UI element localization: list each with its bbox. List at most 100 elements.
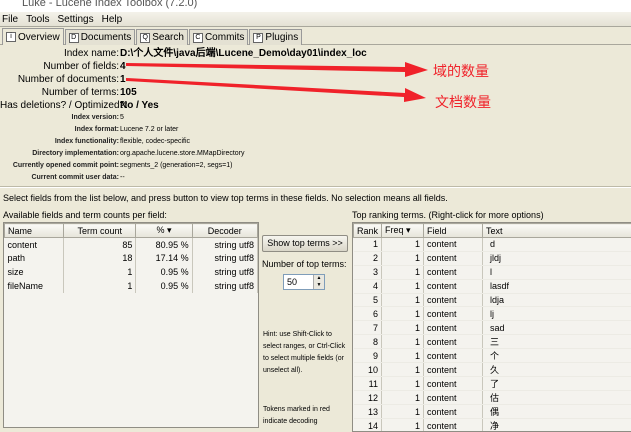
annotation-fields: 域的数量 [433,63,489,79]
table-cell: 4 [353,279,383,294]
table-cell: 0.95 % [135,279,193,294]
table-cell: 1 [381,306,425,322]
num-top-terms-value[interactable]: 50 [287,277,297,287]
table-cell: string utf8 [192,237,258,252]
table-cell: 1 [381,418,425,431]
table-cell: content [423,404,484,420]
table-cell: l [482,265,631,280]
table-cell: content [423,418,484,431]
table-cell: 了 [482,376,631,392]
table-cell: content [423,237,484,252]
table-cell: 14 [353,418,383,431]
table-cell: string utf8 [192,279,258,294]
table-row[interactable]: 6 1 content lj [353,306,631,322]
table-row[interactable]: 2 1 content jldj [353,251,631,266]
table-cell: lj [482,306,631,322]
column-header[interactable]: % ▾ [135,223,193,238]
spinner-arrows-icon[interactable]: ▲ ▼ [313,275,324,289]
table-cell: 17.14 % [135,251,193,266]
table-cell: content [423,306,484,322]
table-cell: jldj [482,251,631,266]
table-row[interactable]: 9 1 content 个 [353,348,631,364]
table-cell: content [423,348,484,364]
table-cell: 1 [381,390,425,406]
table-cell: 净 [482,418,631,431]
table-cell: 85 [63,237,137,252]
table-cell: 偶 [482,404,631,420]
table-row[interactable]: 5 1 content ldja [353,293,631,308]
table-cell: content [423,376,484,392]
table-cell: content [423,320,484,336]
table-cell: 0.95 % [135,265,193,280]
column-header[interactable]: Text [482,223,631,238]
table-cell: 1 [381,251,425,266]
table-cell: content [423,362,484,378]
table-cell: 2 [353,251,383,266]
num-top-terms-label: Number of top terms: [262,259,347,269]
table-cell: 1 [381,334,425,350]
table-cell: 80.95 % [135,237,193,252]
table-cell: size [4,265,65,280]
fields-caption: Available fields and term counts per fie… [3,210,167,220]
table-cell: 7 [353,320,383,336]
table-cell: 个 [482,348,631,364]
table-row[interactable]: 10 1 content 久 [353,362,631,378]
column-header[interactable]: Rank [353,223,383,238]
column-header[interactable]: Field [423,223,484,238]
table-row[interactable]: 11 1 content 了 [353,376,631,392]
table-cell: 12 [353,390,383,406]
table-cell: string utf8 [192,265,258,280]
table-cell: content [423,293,484,308]
table-cell: content [423,265,484,280]
annotation-documents: 文档数量 [435,94,491,110]
column-header[interactable]: Name [4,223,65,238]
column-header[interactable]: Freq ▾ [381,223,425,238]
table-cell: 18 [63,251,137,266]
table-cell: content [423,390,484,406]
tokens-note: Tokens marked in red indicate decoding [263,406,330,425]
instructions-text: Select fields from the list below, and p… [3,193,448,203]
table-cell: d [482,237,631,252]
table-cell: 1 [353,237,383,252]
table-cell: 三 [482,334,631,350]
table-row[interactable]: 12 1 content 估 [353,390,631,406]
table-cell: 6 [353,306,383,322]
show-top-terms-button[interactable]: Show top terms >> [262,235,348,252]
table-row[interactable]: 14 1 content 净 [353,418,631,431]
table-row[interactable]: 7 1 content sad [353,320,631,336]
table-cell: 1 [63,279,137,294]
table-row[interactable]: content 85 80.95 % string utf8 [4,237,258,252]
table-cell: 1 [381,404,425,420]
column-header[interactable]: Decoder [191,223,258,238]
top-terms-table[interactable]: Rank Freq ▾ Field Text 1 1 content d 2 1 content jl… [352,222,631,432]
table-cell: 1 [381,376,425,392]
table-row[interactable]: path 18 17.14 % string utf8 [4,251,258,266]
fields-table[interactable]: Name Term count% ▾ Decoder content 85 80.95 %… [3,222,259,428]
column-header[interactable]: Term count [63,223,137,238]
arrow-documents [126,78,426,102]
table-row[interactable]: fileName 1 0.95 % string utf8 [4,279,258,294]
table-cell: 1 [381,362,425,378]
table-cell: content [4,237,65,252]
table-cell: sad [482,320,631,336]
table-row[interactable]: 3 1 content l [353,265,631,280]
divider [0,186,631,188]
table-cell: 1 [381,279,425,294]
table-cell: 10 [353,362,383,378]
table-row[interactable]: 13 1 content 偶 [353,404,631,420]
num-top-terms-spinner[interactable]: 50 ▲ ▼ [283,274,325,290]
table-cell: 11 [353,376,383,392]
top-terms-caption: Top ranking terms. (Right-click for more… [352,210,544,220]
table-cell: fileName [4,279,65,294]
table-cell: 久 [482,362,631,378]
table-row[interactable]: 4 1 content lasdf [353,279,631,294]
table-cell: 5 [353,293,383,308]
table-cell: string utf8 [192,251,258,266]
table-row[interactable]: 8 1 content 三 [353,334,631,350]
table-row[interactable]: size 1 0.95 % string utf8 [4,265,258,280]
table-cell: 9 [353,348,383,364]
table-cell: 估 [482,390,631,406]
arrow-fields [126,62,428,77]
table-row[interactable]: 1 1 content d [353,237,631,252]
table-cell: 8 [353,334,383,350]
